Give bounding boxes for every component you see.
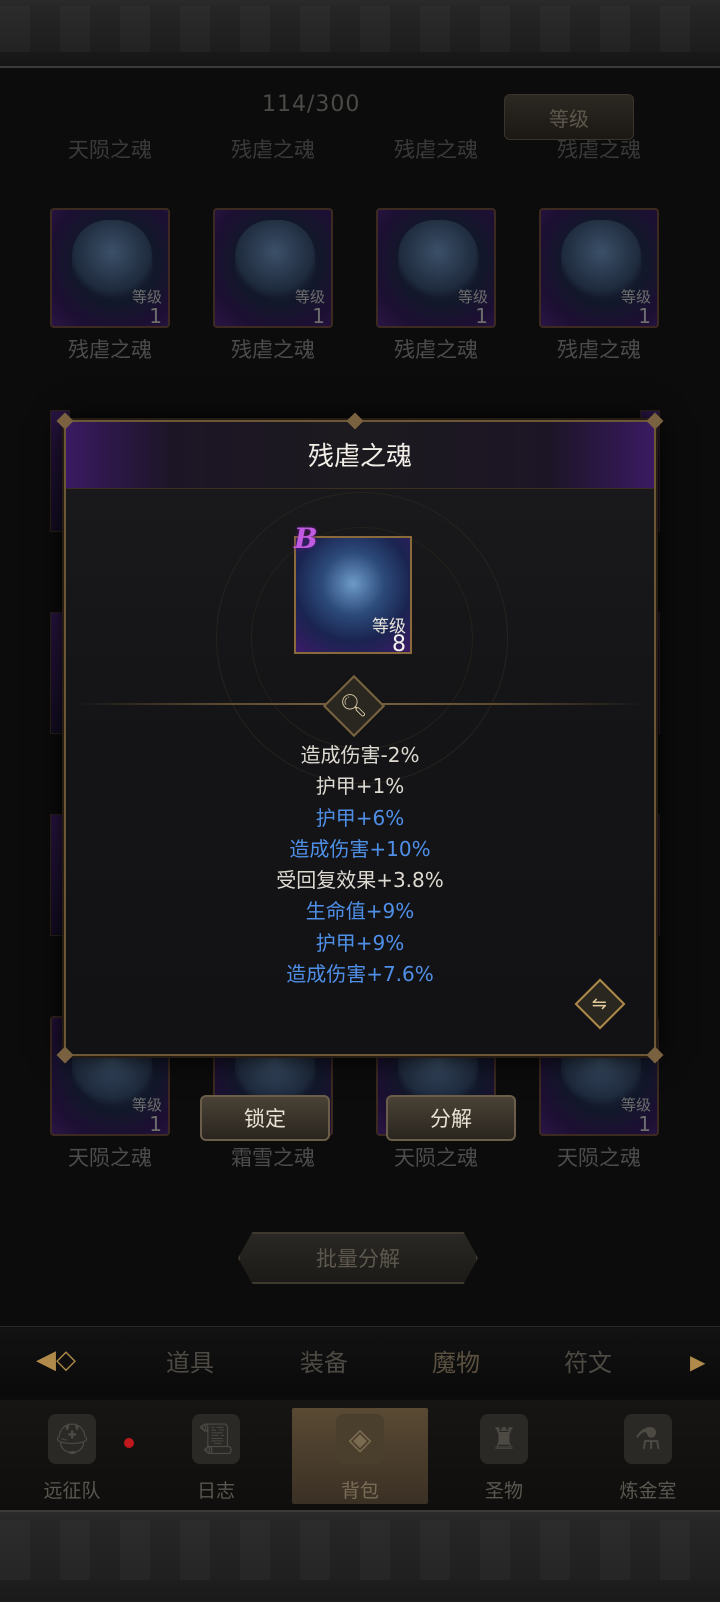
nav-alchemy[interactable]: ⚗ 炼金室 — [580, 1408, 716, 1504]
tab-next-arrow-icon[interactable]: ▶ — [690, 1350, 705, 1374]
tab-runes[interactable]: 符文 — [564, 1343, 612, 1378]
nav-backpack[interactable]: ◈ 背包 — [292, 1408, 428, 1504]
alchemy-icon: ⚗ — [624, 1414, 672, 1464]
lock-button[interactable]: 锁定 — [200, 1095, 330, 1141]
nav-label: 背包 — [340, 1480, 379, 1502]
level-value: 1 — [475, 304, 488, 328]
stat-line: 护甲+1% — [315, 774, 405, 799]
nav-label: 远征队 — [43, 1480, 101, 1502]
item-name: 残虐之魂 — [394, 138, 478, 162]
stat-line: 造成伤害+7.6% — [286, 962, 434, 987]
item-name: 残虐之魂 — [557, 138, 641, 162]
scroll-icon: 📜︎ — [192, 1414, 240, 1464]
stat-line: 生命值+9% — [305, 899, 415, 924]
magnifier-icon: 🔍︎ — [340, 693, 368, 719]
decompose-button[interactable]: 分解 — [386, 1095, 516, 1141]
notification-dot — [124, 1438, 134, 1448]
nav-label: 日志 — [196, 1480, 235, 1502]
level-value: 1 — [312, 304, 325, 328]
level-value: 1 — [638, 304, 651, 328]
stat-line: 护甲+6% — [315, 805, 405, 830]
item-detail-popup: 残虐之魂 等级 8 B 🔍︎ 造成伤害-2% 护甲+1% 护甲+6% 造成伤害+… — [56, 412, 664, 1064]
helmet-icon: ⛑ — [48, 1414, 96, 1464]
popup-header: 残虐之魂 — [66, 422, 654, 489]
relic-icon: ♜ — [480, 1414, 528, 1464]
item-name: 天陨之魂 — [68, 1146, 152, 1170]
stat-list: 造成伤害-2% 护甲+1% 护甲+6% 造成伤害+10% 受回复效果+3.8% … — [66, 740, 654, 990]
stat-line: 造成伤害+10% — [289, 836, 431, 861]
nav-label: 圣物 — [484, 1480, 523, 1502]
stat-line: 护甲+9% — [315, 930, 405, 955]
item-name: 天陨之魂 — [68, 138, 152, 162]
level-value: 1 — [149, 304, 162, 328]
inventory-slot[interactable]: 等级 1 残虐之魂 — [213, 208, 333, 362]
grade-badge: B — [294, 522, 318, 555]
stat-line: 受回复效果+3.8% — [276, 868, 444, 893]
level-value: 8 — [392, 632, 406, 657]
swap-icon: ⇋ — [592, 993, 608, 1015]
bag-icon: ◈ — [336, 1414, 384, 1464]
nav-label: 炼金室 — [619, 1480, 677, 1502]
bottom-decorative-border — [0, 1510, 720, 1602]
inventory-slot[interactable]: 等级 1 残虐之魂 — [376, 208, 496, 362]
stat-line: 造成伤害-2% — [300, 743, 420, 767]
top-decorative-border — [0, 0, 720, 68]
item-name: 残虐之魂 — [394, 338, 478, 362]
level-value: 1 — [149, 1112, 162, 1136]
nav-expedition[interactable]: ⛑ 远征队 — [4, 1408, 140, 1504]
nav-relics[interactable]: ♜ 圣物 — [436, 1408, 572, 1504]
category-tab-bar — [0, 1326, 720, 1397]
item-name: 天陨之魂 — [394, 1146, 478, 1170]
item-name: 残虐之魂 — [557, 338, 641, 362]
tab-monsters[interactable]: 魔物 — [432, 1343, 480, 1378]
tab-items[interactable]: 道具 — [166, 1343, 214, 1378]
popup-title: 残虐之魂 — [307, 442, 412, 472]
item-name: 残虐之魂 — [68, 338, 152, 362]
inventory-slot[interactable]: 等级 1 残虐之魂 — [50, 208, 170, 362]
item-name: 残虐之魂 — [231, 138, 315, 162]
item-name: 残虐之魂 — [231, 338, 315, 362]
inventory-capacity: 114/300 — [262, 92, 361, 117]
tab-equipment[interactable]: 装备 — [300, 1343, 348, 1378]
item-name: 霜雪之魂 — [231, 1146, 315, 1170]
inventory-slot[interactable]: 等级 1 残虐之魂 — [539, 208, 659, 362]
tab-prev-arrow-icon[interactable]: ◀◇ — [36, 1340, 106, 1380]
level-value: 1 — [638, 1112, 651, 1136]
batch-decompose-button[interactable]: 批量分解 — [238, 1232, 478, 1284]
item-name: 天陨之魂 — [557, 1146, 641, 1170]
nav-journal[interactable]: 📜︎ 日志 — [148, 1408, 284, 1504]
